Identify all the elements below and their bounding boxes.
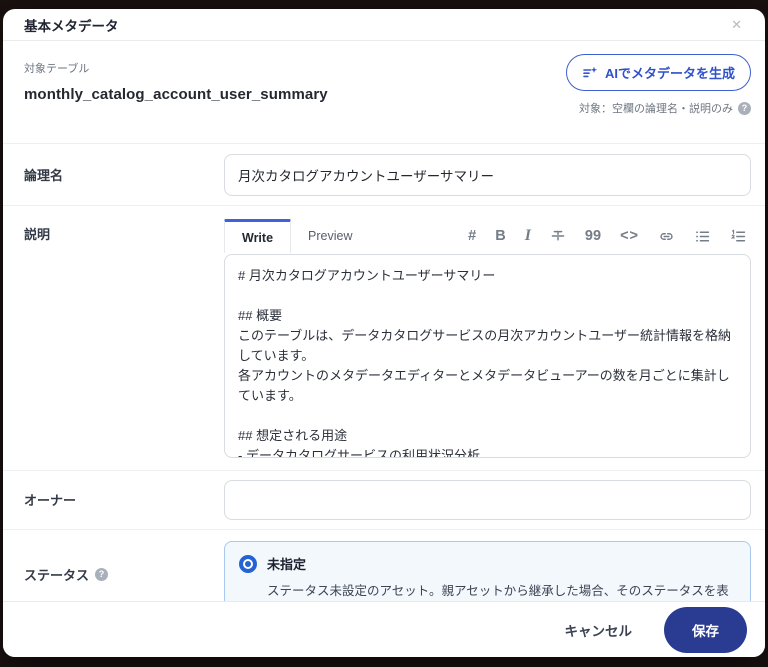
- italic-icon[interactable]: I: [525, 228, 531, 244]
- status-label: ステータス: [24, 568, 90, 583]
- logical-name-row: 論理名: [3, 143, 765, 205]
- close-icon[interactable]: ✕: [729, 16, 744, 33]
- description-label: 説明: [24, 227, 51, 242]
- ai-sparkle-icon: [582, 65, 598, 81]
- strikethrough-icon[interactable]: [550, 228, 566, 244]
- tab-write[interactable]: Write: [224, 219, 292, 253]
- status-row: ステータス ? 未指定 ステータス未設定のアセット。親アセットから継承した場合、…: [3, 529, 765, 601]
- status-option-title: 未指定: [267, 557, 307, 572]
- ai-scope-note: 対象：空欄の論理名・説明のみ ?: [566, 100, 751, 116]
- code-icon[interactable]: <>: [620, 229, 639, 244]
- cancel-button[interactable]: キャンセル: [563, 614, 635, 646]
- owner-label: オーナー: [24, 493, 77, 508]
- description-row: 説明 Write Preview # B I 99 <> # 月次カタログアカウ…: [3, 205, 765, 470]
- help-icon[interactable]: ?: [738, 101, 751, 115]
- ai-generate-area: AIでメタデータを生成 対象：空欄の論理名・説明のみ ?: [565, 54, 751, 116]
- status-help-icon[interactable]: ?: [95, 568, 109, 581]
- owner-input[interactable]: [224, 480, 751, 520]
- status-option-unspecified[interactable]: 未指定 ステータス未設定のアセット。親アセットから継承した場合、そのステータスを…: [224, 541, 751, 601]
- modal-title: 基本メタデータ: [24, 18, 119, 34]
- logical-name-label: 論理名: [24, 168, 64, 183]
- markdown-toolbar: # B I 99 <>: [468, 219, 751, 253]
- link-icon[interactable]: [658, 228, 675, 245]
- modal-body: 対象テーブル monthly_catalog_account_user_summ…: [3, 41, 765, 601]
- save-button[interactable]: 保存: [664, 606, 747, 653]
- tab-preview[interactable]: Preview: [291, 219, 369, 253]
- logical-name-input[interactable]: [224, 154, 751, 196]
- ai-generate-label: AIでメタデータを生成: [604, 66, 735, 81]
- status-option-description: ステータス未設定のアセット。親アセットから継承した場合、そのステータスを表示。: [267, 584, 729, 598]
- bold-icon[interactable]: B: [495, 229, 505, 244]
- heading-icon[interactable]: #: [468, 229, 476, 244]
- description-editor-tabs: Write Preview # B I 99 <>: [224, 219, 751, 253]
- radio-selected-icon[interactable]: [239, 554, 257, 573]
- modal-footer: キャンセル 保存: [3, 601, 765, 657]
- modal-header: 基本メタデータ ✕: [3, 9, 765, 41]
- description-textarea[interactable]: # 月次カタログアカウントユーザーサマリー ## 概要 このテーブルは、データカ…: [224, 254, 751, 458]
- target-table-section: 対象テーブル monthly_catalog_account_user_summ…: [3, 41, 765, 143]
- numbered-list-icon[interactable]: [730, 228, 747, 245]
- owner-row: オーナー: [3, 470, 765, 529]
- ai-generate-button[interactable]: AIでメタデータを生成: [565, 54, 751, 91]
- basic-metadata-modal: 基本メタデータ ✕ 対象テーブル monthly_catalog_account…: [3, 9, 765, 657]
- bullet-list-icon[interactable]: [694, 228, 711, 245]
- quote-icon[interactable]: 99: [585, 229, 601, 244]
